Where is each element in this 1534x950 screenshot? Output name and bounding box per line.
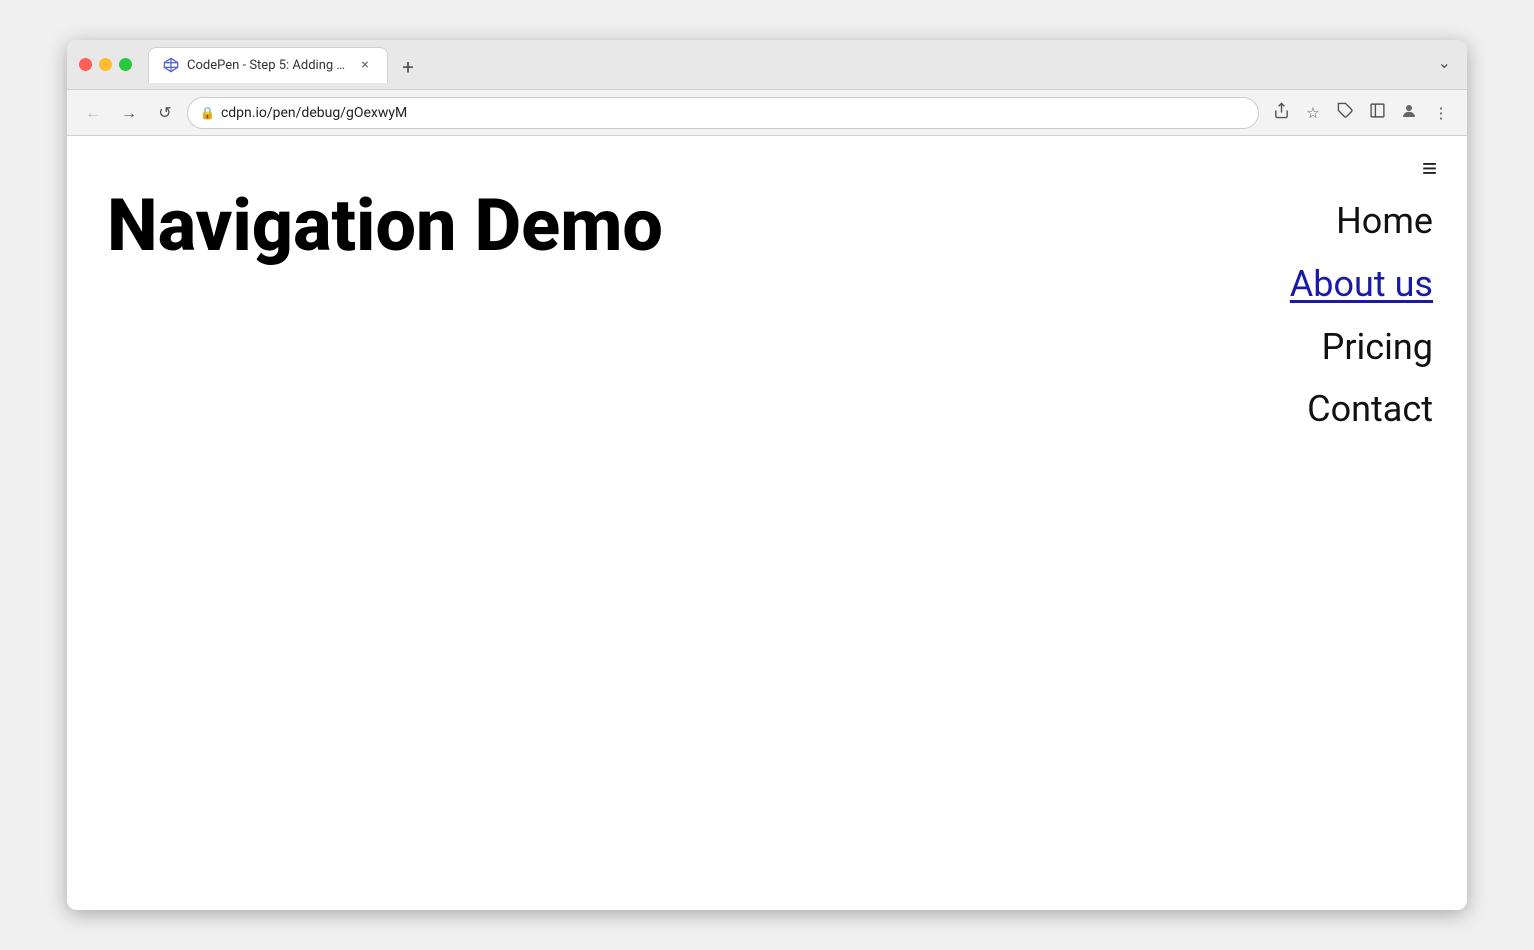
nav-bar: ← → ↺ 🔒 cdpn.io/pen/debug/gOexwyM [67, 90, 1467, 136]
share-icon [1273, 102, 1290, 123]
forward-button[interactable]: → [115, 99, 143, 127]
nav-link-about-us[interactable]: About us [1286, 253, 1437, 316]
tab-title: CodePen - Step 5: Adding a bu [187, 58, 349, 73]
main-content: Navigation Demo [67, 136, 1467, 910]
minimize-button[interactable] [99, 58, 112, 71]
close-button[interactable] [79, 58, 92, 71]
title-bar: CodePen - Step 5: Adding a bu × + ⌄ [67, 40, 1467, 90]
reload-button[interactable]: ↺ [151, 99, 179, 127]
nav-link-pricing[interactable]: Pricing [1318, 316, 1437, 379]
puzzle-icon [1337, 102, 1354, 123]
tab-close-button[interactable]: × [357, 57, 373, 73]
tab-overflow-button[interactable]: ⌄ [1434, 49, 1455, 76]
hamburger-icon[interactable]: ≡ [1422, 156, 1437, 182]
lock-icon: 🔒 [200, 106, 215, 120]
nav-menu: ≡ HomeAbout usPricingContact [1286, 156, 1437, 441]
address-text: cdpn.io/pen/debug/gOexwyM [221, 105, 1246, 121]
traffic-lights [79, 58, 132, 71]
maximize-button[interactable] [119, 58, 132, 71]
sidebar-icon [1369, 102, 1386, 123]
page-title: Navigation Demo [107, 186, 1427, 265]
back-icon: ← [85, 103, 101, 123]
page-content: Navigation Demo ≡ HomeAbout usPricingCon… [67, 136, 1467, 910]
address-bar[interactable]: 🔒 cdpn.io/pen/debug/gOexwyM [187, 97, 1259, 129]
reload-icon: ↺ [158, 103, 171, 122]
bookmark-button[interactable]: ☆ [1299, 99, 1327, 127]
nav-link-contact[interactable]: Contact [1303, 378, 1437, 441]
active-tab[interactable]: CodePen - Step 5: Adding a bu × [148, 47, 388, 83]
nav-link-home[interactable]: Home [1332, 190, 1437, 253]
nav-actions: ☆ [1267, 99, 1455, 127]
more-button[interactable]: ⋮ [1427, 99, 1455, 127]
nav-links: HomeAbout usPricingContact [1286, 190, 1437, 441]
back-button[interactable]: ← [79, 99, 107, 127]
sidebar-button[interactable] [1363, 99, 1391, 127]
tabs-area: CodePen - Step 5: Adding a bu × + [148, 47, 1426, 83]
extensions-button[interactable] [1331, 99, 1359, 127]
profile-icon [1400, 102, 1418, 124]
new-tab-button[interactable]: + [394, 53, 422, 81]
forward-icon: → [121, 103, 137, 123]
bookmark-icon: ☆ [1306, 104, 1319, 122]
codepen-icon [163, 57, 179, 73]
more-icon: ⋮ [1434, 104, 1449, 122]
profile-button[interactable] [1395, 99, 1423, 127]
share-button[interactable] [1267, 99, 1295, 127]
browser-window: CodePen - Step 5: Adding a bu × + ⌄ ← → … [67, 40, 1467, 910]
